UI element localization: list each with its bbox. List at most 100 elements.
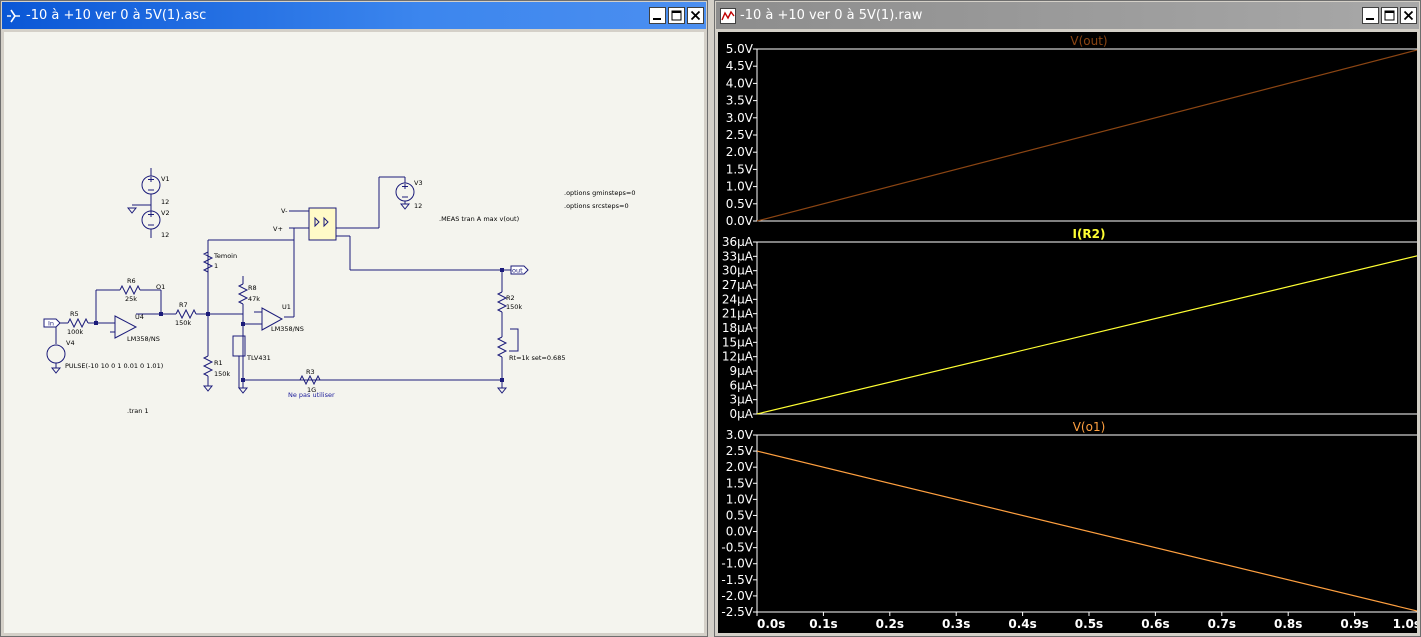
y-tick-label: 1.5V: [726, 162, 754, 176]
y-tick-label: 18µA: [722, 321, 754, 335]
vplus-label: V+: [273, 225, 283, 233]
y-tick-label: 2.0V: [726, 145, 754, 159]
trace-v-out[interactable]: [756, 49, 1417, 222]
trace-v-o1[interactable]: [756, 450, 1417, 612]
y-tick-label: 9µA: [730, 364, 754, 378]
x-tick-label: 0.1s: [809, 617, 837, 631]
meas-directive: .MEAS tran A max v(out): [439, 215, 519, 223]
y-tick-label: 4.5V: [726, 59, 754, 73]
y-tick-label: 3.0V: [726, 111, 754, 125]
v1-value: 12: [161, 198, 169, 206]
minimize-icon: [653, 18, 661, 20]
y-tick-label: 3.5V: [726, 94, 754, 108]
close-button[interactable]: [687, 7, 704, 24]
maximize-icon: [1384, 10, 1395, 21]
maximize-button[interactable]: [668, 7, 685, 24]
minimize-icon: [1366, 18, 1374, 20]
schematic-canvas[interactable]: In out V1 12 V2 12 V3 12 V4 PULSE(-10 10…: [4, 32, 704, 633]
v4-label: V4: [66, 339, 75, 347]
v3-label: V3: [414, 179, 423, 187]
resistor-r7[interactable]: [175, 308, 197, 320]
close-button[interactable]: [1400, 7, 1417, 24]
y-tick-label: 33µA: [722, 249, 754, 263]
r8-label: R8: [248, 284, 257, 292]
y-tick-label: 0.0V: [726, 214, 754, 228]
x-tick-label: 0.7s: [1208, 617, 1236, 631]
potentiometer-rt[interactable]: [496, 336, 508, 358]
resistor-r6[interactable]: [119, 284, 141, 296]
y-tick-label: -2.5V: [721, 605, 753, 619]
waveform-window[interactable]: -10 à +10 ver 0 à 5V(1).raw V(out) 0.0V 0…: [714, 0, 1421, 637]
waveform-title-bar[interactable]: -10 à +10 ver 0 à 5V(1).raw: [716, 2, 1419, 29]
r6-label: R6: [127, 277, 136, 285]
ground-symbol: [399, 203, 411, 210]
schematic-drawing[interactable]: In out V1 12 V2 12 V3 12 V4 PULSE(-10 10…: [4, 32, 704, 633]
u4-model: LM358/NS: [127, 335, 160, 343]
pane-title-i-r2: I(R2): [1072, 227, 1105, 241]
ground-symbol: [50, 367, 62, 374]
x-tick-label: 1.0s: [1393, 617, 1417, 631]
pane-frame: [756, 434, 1417, 613]
pane-v-out[interactable]: V(out) 0.0V 0.5V 1.0V 1.5V 2.0V 2.5V 3.0V 3.5V 4…: [726, 34, 1417, 228]
close-icon: [1403, 10, 1414, 21]
y-tick-label: 27µA: [722, 278, 754, 292]
schematic-title-bar[interactable]: -10 à +10 ver 0 à 5V(1).asc: [2, 2, 706, 29]
u1-model: LM358/NS: [271, 325, 304, 333]
r8-value: 47k: [248, 295, 260, 303]
pane-i-r2[interactable]: I(R2) 0µA3µA6µA9µA12µA15µA18µA21µA24µA27…: [722, 227, 1417, 421]
resistor-r1[interactable]: [202, 355, 214, 377]
output-port-label: out: [512, 267, 523, 275]
maximize-icon: [671, 10, 682, 21]
resistor-r2[interactable]: [496, 291, 508, 313]
y-tick-label: 0.0V: [726, 525, 754, 539]
y-tick-label: 0µA: [730, 407, 754, 421]
waveform-icon: [720, 7, 736, 24]
r1-value: 150k: [214, 370, 230, 378]
pane-v-o1[interactable]: V(o1) -2.5V -2.0V -1.5V -1.0V -0.5V 0.0V 0.5V 1…: [721, 420, 1417, 631]
ground-symbol: [237, 387, 249, 394]
r6-value: 25k: [125, 295, 137, 303]
r3-note: Ne pas utiliser: [288, 391, 335, 399]
y-tick-label: 0.5V: [726, 197, 754, 211]
v1-label: V1: [161, 175, 170, 183]
u1-label: U1: [282, 303, 291, 311]
x-tick-label: 0.2s: [876, 617, 904, 631]
x-tick-label: 0.6s: [1141, 617, 1169, 631]
schematic-icon: [7, 9, 20, 22]
y-tick-label: 2.5V: [726, 444, 754, 458]
x-tick-label: 0.0s: [757, 617, 785, 631]
resistor-r5[interactable]: [67, 317, 89, 329]
options-srcsteps: .options srcsteps=0: [564, 202, 629, 210]
r7-value: 150k: [175, 319, 191, 327]
maximize-button[interactable]: [1381, 7, 1398, 24]
r5-label: R5: [70, 310, 79, 318]
y-tick-label: 30µA: [722, 264, 754, 278]
waveform-window-title: -10 à +10 ver 0 à 5V(1).raw: [740, 8, 923, 23]
trace-i-r2[interactable]: [756, 255, 1417, 415]
schematic-window[interactable]: -10 à +10 ver 0 à 5V(1).asc In out V1 12…: [0, 0, 708, 637]
switch-component[interactable]: [308, 207, 337, 241]
options-gminsteps: .options gminsteps=0: [564, 189, 635, 197]
voltage-source-v4[interactable]: [46, 344, 66, 364]
r5-value: 100k: [67, 328, 83, 336]
y-tick-label: 6µA: [730, 378, 754, 392]
minimize-button[interactable]: [1362, 7, 1379, 24]
waveform-plot-area[interactable]: V(out) 0.0V 0.5V 1.0V 1.5V 2.0V 2.5V 3.0V 3.5V 4…: [718, 32, 1417, 633]
v2-value: 12: [161, 231, 169, 239]
temoin-value: 1: [214, 262, 218, 270]
ground-symbol: [202, 385, 214, 392]
node-o1-label: O1: [156, 283, 165, 291]
r2-value: 150k: [506, 303, 522, 311]
minimize-button[interactable]: [649, 7, 666, 24]
v2-label: V2: [161, 209, 170, 217]
x-tick-label: 0.5s: [1075, 617, 1103, 631]
pane-title-v-out: V(out): [1070, 34, 1107, 48]
r2-label: R2: [506, 294, 515, 302]
waveform-plots[interactable]: V(out) 0.0V 0.5V 1.0V 1.5V 2.0V 2.5V 3.0V 3.5V 4…: [718, 32, 1417, 633]
x-tick-label: 0.3s: [942, 617, 970, 631]
tran-directive: .tran 1: [127, 407, 149, 415]
resistor-r8[interactable]: [237, 283, 249, 305]
schematic-window-title: -10 à +10 ver 0 à 5V(1).asc: [26, 8, 207, 23]
y-tick-label: 3µA: [730, 393, 754, 407]
y-tick-label: 2.5V: [726, 128, 754, 142]
